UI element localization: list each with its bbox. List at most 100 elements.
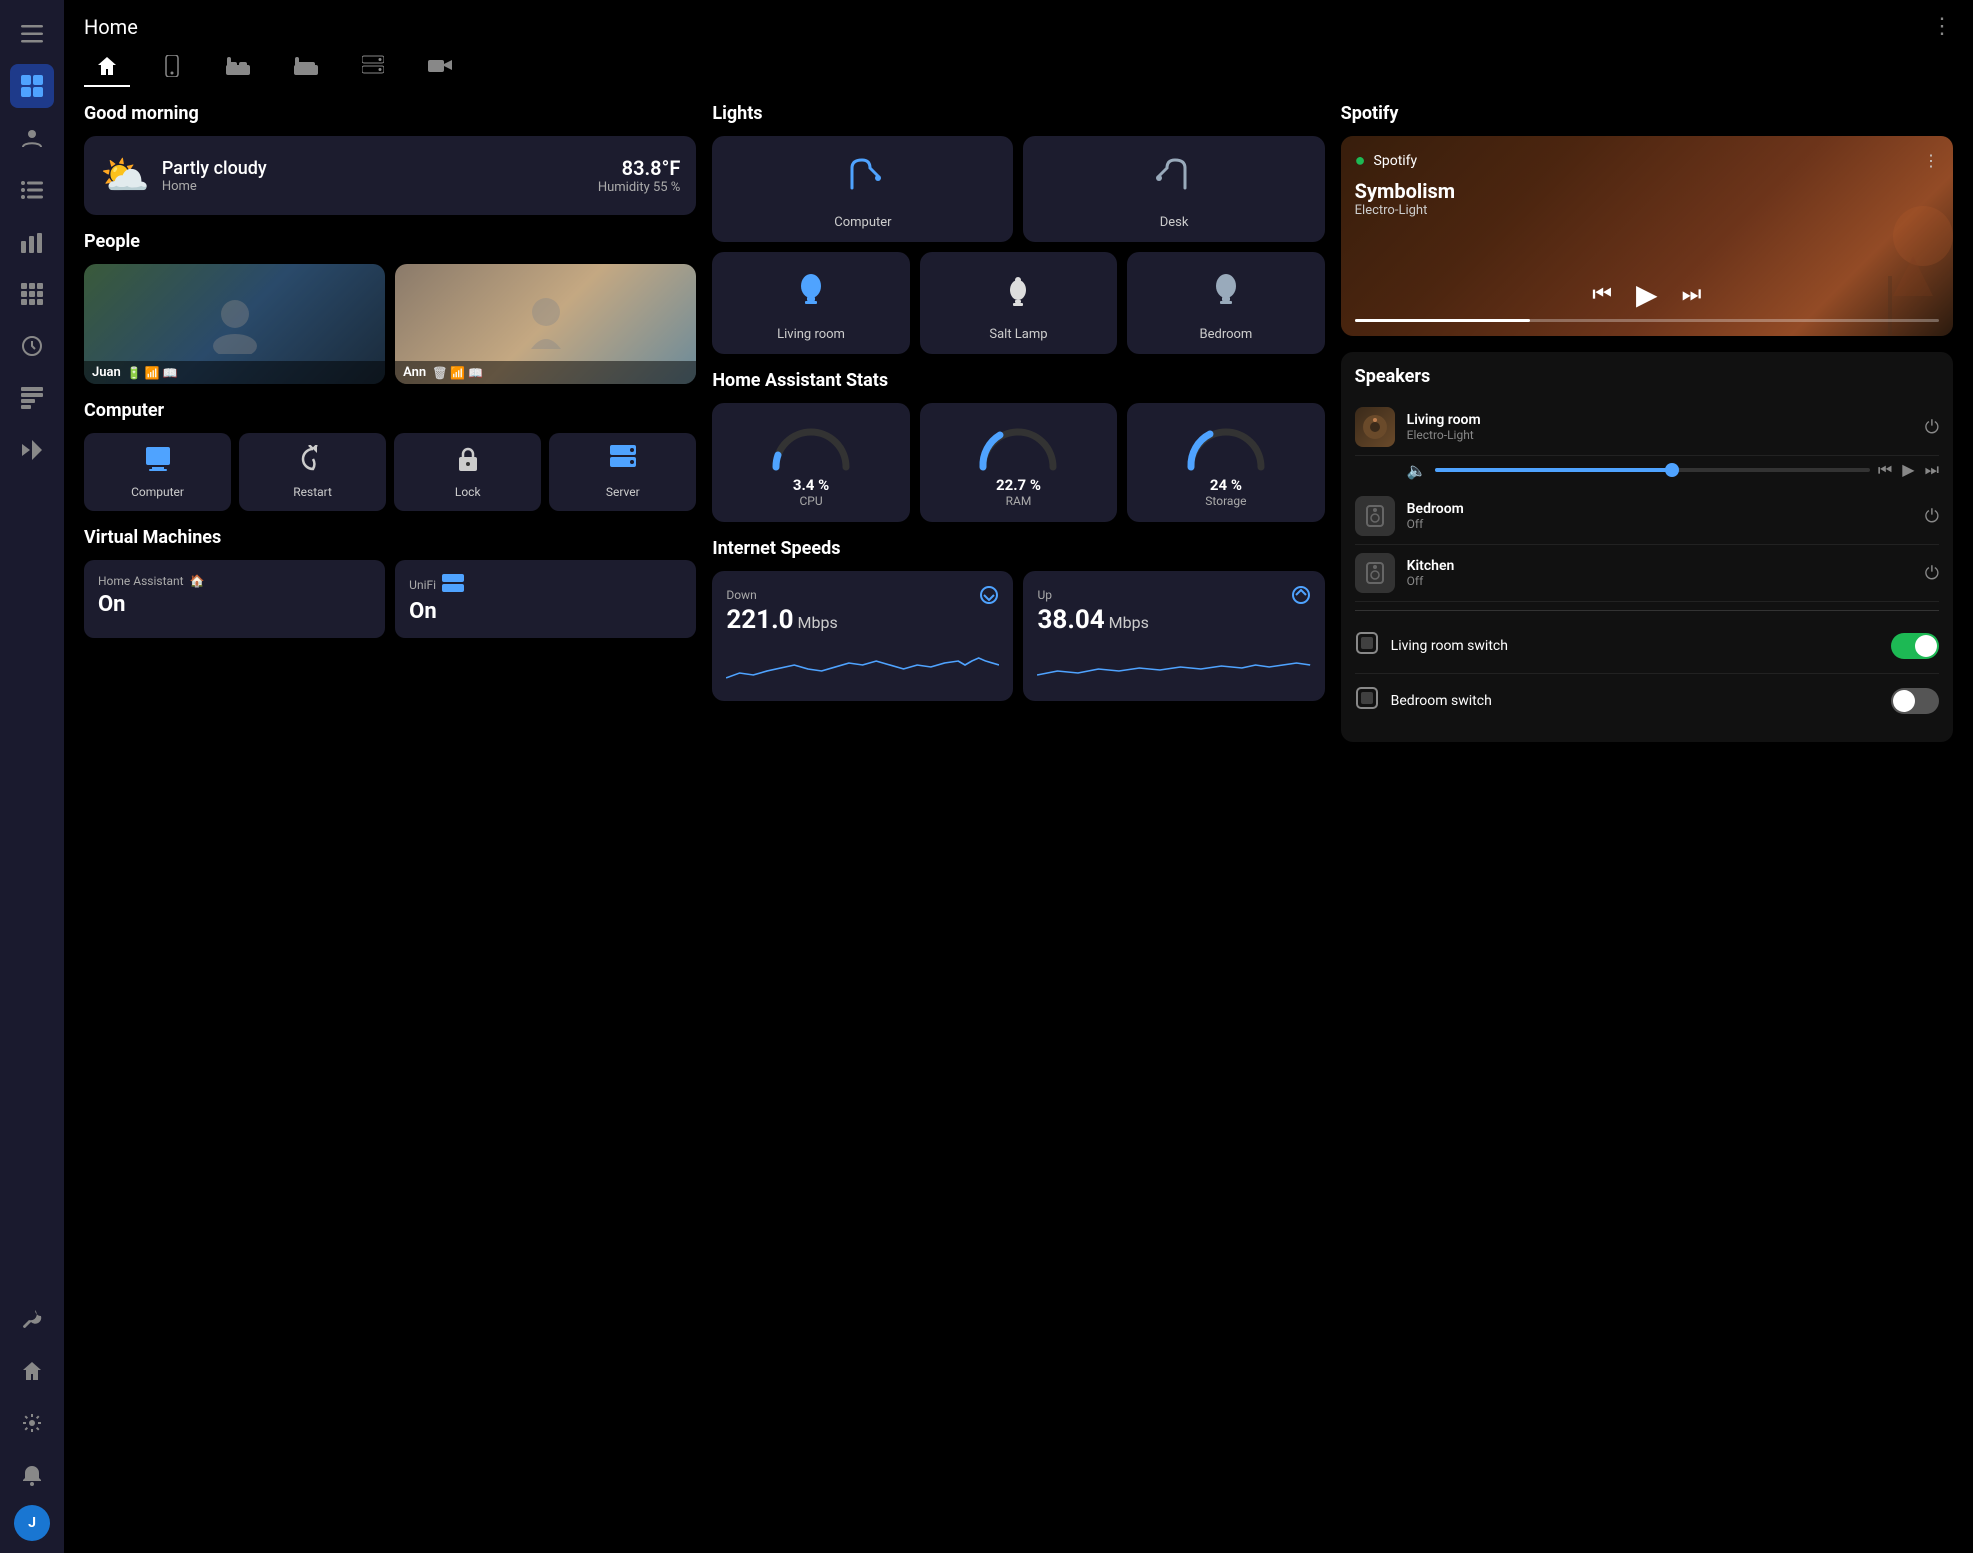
column-left: Good morning ⛅ Partly cloudy Home 83.8°F… <box>84 103 696 742</box>
light-desk-icon <box>1153 156 1195 207</box>
speaker-kitchen-power-button[interactable]: ⏻ <box>1925 563 1939 584</box>
light-computer-label: Computer <box>834 215 891 230</box>
volume-slider[interactable] <box>1435 468 1870 472</box>
weather-info: Partly cloudy Home <box>162 158 586 194</box>
tab-bar <box>64 39 1973 87</box>
weather-temp-block: 83.8°F Humidity 55 % <box>598 156 680 195</box>
person-juan-label: Juan 🔋 📶 📖 <box>84 361 385 384</box>
sidebar-item-list[interactable] <box>10 168 54 212</box>
switch-livingroom-toggle[interactable] <box>1891 633 1939 659</box>
ha-stats-section: Home Assistant Stats 3.4 % CPU <box>712 370 1324 522</box>
sidebar-notification-icon[interactable] <box>10 1453 54 1497</box>
spotify-logo-icon: ● <box>1355 150 1366 171</box>
spotify-title: Spotify <box>1341 103 1953 124</box>
vm-ha-name: Home Assistant <box>98 574 184 588</box>
sidebar-item-chart[interactable] <box>10 220 54 264</box>
user-avatar[interactable]: J <box>14 1505 50 1541</box>
speaker-play-button[interactable]: ▶ <box>1902 460 1914 480</box>
toggle-knob-2 <box>1893 690 1915 712</box>
light-bedroom[interactable]: Bedroom <box>1127 252 1324 354</box>
stats-grid: 3.4 % CPU 22.7 % RAM <box>712 403 1324 522</box>
computer-btn-restart[interactable]: Restart <box>239 433 386 511</box>
sidebar-menu-icon[interactable] <box>10 12 54 56</box>
sidebar-item-profile[interactable] <box>10 116 54 160</box>
light-saltlamp[interactable]: Salt Lamp <box>920 252 1117 354</box>
spotify-card[interactable]: ● Spotify ⋮ Symbolism Electro-Light ⏮ ▶ … <box>1341 136 1953 336</box>
spotify-next-button[interactable]: ⏭ <box>1682 282 1702 307</box>
switch-bedroom-icon <box>1355 686 1379 716</box>
light-computer[interactable]: Computer <box>712 136 1013 242</box>
more-menu-icon[interactable]: ⋮ <box>1931 14 1953 39</box>
speed-down-value: 221.0 Mbps <box>726 605 999 635</box>
tab-camera[interactable] <box>416 49 464 85</box>
computer-btn-lock[interactable]: Lock <box>394 433 541 511</box>
tab-server[interactable] <box>350 47 396 87</box>
greeting-title: Good morning <box>84 103 696 124</box>
person-juan[interactable]: Juan 🔋 📶 📖 <box>84 264 385 384</box>
sidebar-item-hacs[interactable] <box>10 376 54 420</box>
vm-unifi[interactable]: UniFi On <box>395 560 696 638</box>
server-label: Server <box>606 485 640 499</box>
sidebar-item-home[interactable] <box>10 1349 54 1393</box>
speaker-next-button[interactable]: ⏭ <box>1925 460 1939 480</box>
weather-temperature: 83.8°F <box>598 156 680 180</box>
switch-bedroom-toggle[interactable] <box>1891 688 1939 714</box>
vm-ha-label: Home Assistant 🏠 <box>98 574 371 588</box>
speakers-section: Speakers Living room Electro-Light <box>1341 352 1953 742</box>
person-ann-icons: 🗑 📶 📖 <box>432 366 483 380</box>
sidebar-item-grid[interactable] <box>10 272 54 316</box>
speed-down-icon <box>979 585 999 605</box>
vm-grid: Home Assistant 🏠 On UniFi <box>84 560 696 638</box>
computer-btn-server[interactable]: Server <box>549 433 696 511</box>
tab-device[interactable] <box>150 47 194 87</box>
spotify-prev-button[interactable]: ⏮ <box>1592 282 1612 307</box>
spotify-more-icon[interactable]: ⋮ <box>1923 151 1939 170</box>
person-ann[interactable]: Ann 🗑 📶 📖 <box>395 264 696 384</box>
computer-btn-computer[interactable]: Computer <box>84 433 231 511</box>
switch-icon-svg-2 <box>1355 686 1379 710</box>
speaker-transport: ⏮ ▶ ⏭ <box>1878 460 1939 480</box>
switches-section: Living room switch Bedroom switch <box>1355 610 1939 728</box>
speed-grid: Down 221.0 Mbps <box>712 571 1324 701</box>
light-desk[interactable]: Desk <box>1023 136 1324 242</box>
people-title: People <box>84 231 696 252</box>
vm-unifi-label: UniFi <box>409 574 682 595</box>
sidebar-item-circle[interactable] <box>10 324 54 368</box>
speaker-livingroom-controls: 🔈 ⏮ ▶ ⏭ <box>1355 456 1939 488</box>
person-juan-icons: 🔋 📶 📖 <box>127 366 178 380</box>
speaker-prev-button[interactable]: ⏮ <box>1878 460 1892 480</box>
light-livingroom[interactable]: Living room <box>712 252 909 354</box>
stat-storage: 24 % Storage <box>1127 403 1324 522</box>
ram-gauge <box>973 417 1063 472</box>
sidebar-item-wrench[interactable] <box>10 1297 54 1341</box>
volume-fill <box>1435 468 1674 472</box>
person-ann-label: Ann 🗑 📶 📖 <box>395 361 696 384</box>
computer-section: Computer Computer <box>84 400 696 511</box>
tab-home[interactable] <box>84 47 130 87</box>
speed-up-value: 38.04 Mbps <box>1037 605 1310 635</box>
people-section: People Juan 🔋 📶 📖 <box>84 231 696 384</box>
speaker-kitchen-icon <box>1363 561 1387 585</box>
speed-down-graph <box>726 643 999 683</box>
spotify-progress-bar[interactable] <box>1355 319 1939 322</box>
spotify-progress-fill <box>1355 319 1530 322</box>
lights-section: Lights Computer <box>712 103 1324 354</box>
header: Home ⋮ <box>64 0 1973 39</box>
sidebar-item-settings[interactable] <box>10 1401 54 1445</box>
switch-livingroom-name: Living room switch <box>1391 638 1879 654</box>
sidebar-item-vscode[interactable] <box>10 428 54 472</box>
tab-bed2[interactable] <box>282 49 330 85</box>
speed-down-unit: Mbps <box>798 613 838 632</box>
speaker-bedroom-power-button[interactable]: ⏻ <box>1925 506 1939 527</box>
speaker-livingroom-power-button[interactable]: ⏻ <box>1925 417 1939 438</box>
speaker-kitchen-name: Kitchen <box>1407 558 1913 574</box>
sidebar-item-dashboard[interactable] <box>10 64 54 108</box>
tab-bed1[interactable] <box>214 49 262 85</box>
vm-ha-icon: 🏠 <box>190 574 205 588</box>
volume-knob <box>1665 463 1679 477</box>
speaker-bedroom-icon <box>1363 504 1387 528</box>
vm-ha[interactable]: Home Assistant 🏠 On <box>84 560 385 638</box>
weather-card[interactable]: ⛅ Partly cloudy Home 83.8°F Humidity 55 … <box>84 136 696 215</box>
stat-cpu-value: 3.4 % <box>793 476 829 494</box>
spotify-play-button[interactable]: ▶ <box>1636 278 1658 311</box>
